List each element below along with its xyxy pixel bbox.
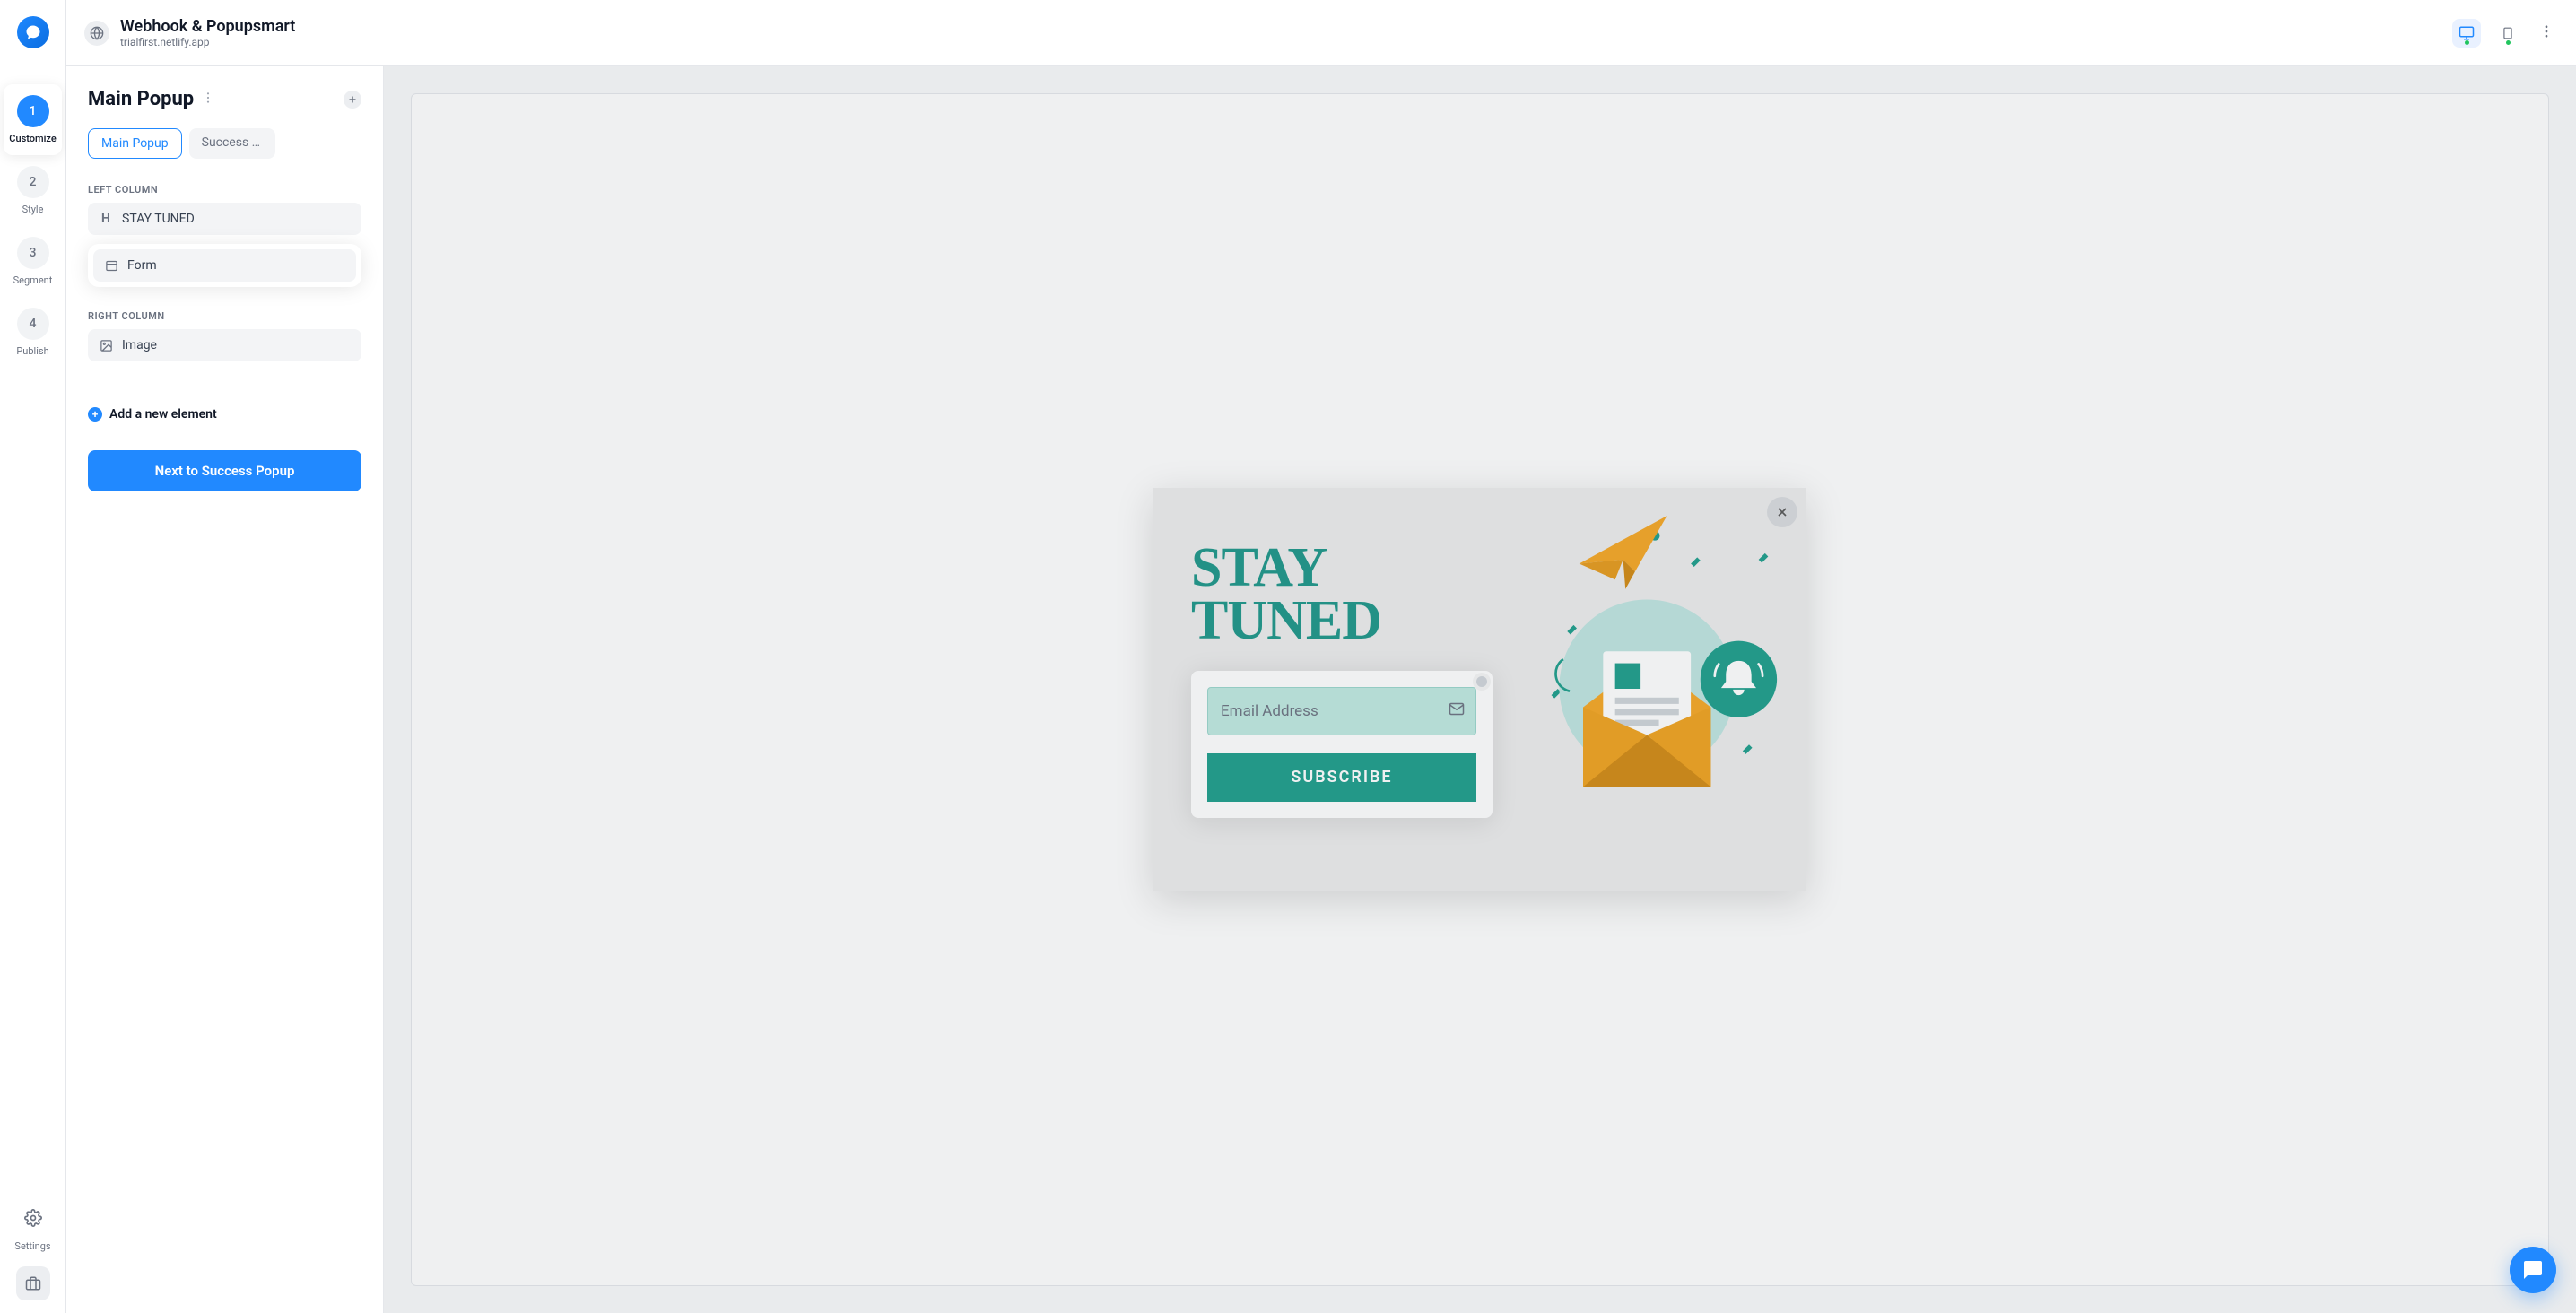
page-title: Webhook & Popupsmart <box>120 17 295 36</box>
status-dot-icon <box>2506 40 2511 45</box>
globe-icon[interactable] <box>84 21 109 46</box>
tab-success-popup[interactable]: Success Po… <box>189 128 275 159</box>
status-dot-icon <box>2465 40 2469 45</box>
add-element-label: Add a new element <box>109 407 217 422</box>
element-image[interactable]: Image <box>88 329 361 361</box>
popup-headline-1: STAY <box>1191 542 1493 595</box>
editor-panel: Main Popup Main Popup Success Po… LEFT C… <box>66 66 384 1313</box>
element-form-highlight: Form <box>88 244 361 287</box>
step-number: 3 <box>17 237 49 269</box>
device-mobile[interactable] <box>2493 19 2522 48</box>
section-right-column: RIGHT COLUMN <box>88 310 361 322</box>
step-number: 1 <box>17 95 49 127</box>
step-number: 4 <box>17 308 49 340</box>
title-block: Webhook & Popupsmart trialfirst.netlify.… <box>120 17 295 48</box>
popup-illustration <box>1519 488 1806 891</box>
popup-preview: STAY TUNED SUBSCRIBE <box>1153 488 1806 891</box>
heading-icon: H <box>99 212 113 226</box>
element-heading[interactable]: H STAY TUNED <box>88 203 361 235</box>
step-publish[interactable]: 4 Publish <box>0 297 65 368</box>
email-input-wrap <box>1207 687 1476 735</box>
next-button[interactable]: Next to Success Popup <box>88 450 361 491</box>
envelope-illustration-icon <box>1519 488 1806 847</box>
settings-label: Settings <box>14 1240 50 1252</box>
step-label: Style <box>22 204 44 215</box>
topbar-more[interactable] <box>2535 20 2558 47</box>
step-customize[interactable]: 1 Customize <box>4 84 62 155</box>
left-rail: 1 Customize 2 Style 3 Segment 4 Publish … <box>0 0 66 1313</box>
subscribe-button[interactable]: SUBSCRIBE <box>1207 753 1476 802</box>
app-logo[interactable] <box>17 16 49 48</box>
settings-button[interactable] <box>16 1201 50 1235</box>
section-left-column: LEFT COLUMN <box>88 184 361 196</box>
plus-icon: + <box>88 407 102 422</box>
page-domain: trialfirst.netlify.app <box>120 36 295 48</box>
element-form[interactable]: Form <box>93 249 356 282</box>
popup-headline-2: TUNED <box>1191 595 1493 648</box>
topbar: Webhook & Popupsmart trialfirst.netlify.… <box>66 0 2576 66</box>
step-label: Customize <box>9 133 56 144</box>
selection-handle-icon[interactable] <box>1476 676 1487 687</box>
step-label: Publish <box>16 345 48 357</box>
canvas: STAY TUNED SUBSCRIBE <box>384 66 2576 1313</box>
panel-more[interactable] <box>201 91 215 109</box>
toolbox-button[interactable] <box>16 1266 50 1300</box>
email-input[interactable] <box>1221 702 1436 720</box>
step-label: Segment <box>13 274 53 286</box>
add-popup-button[interactable] <box>344 91 361 109</box>
mail-icon <box>1449 700 1465 721</box>
panel-title: Main Popup <box>88 88 194 110</box>
tab-main-popup[interactable]: Main Popup <box>88 128 182 159</box>
step-segment[interactable]: 3 Segment <box>0 226 65 297</box>
image-icon <box>99 338 113 352</box>
element-label: Form <box>127 258 157 273</box>
add-element-button[interactable]: + Add a new element <box>88 404 361 425</box>
popup-form-highlight: SUBSCRIBE <box>1191 671 1493 818</box>
preview-frame: STAY TUNED SUBSCRIBE <box>411 93 2549 1286</box>
chat-launcher[interactable] <box>2510 1247 2556 1293</box>
element-label: Image <box>122 338 157 352</box>
form-icon <box>104 258 118 273</box>
device-desktop[interactable] <box>2452 19 2481 48</box>
step-number: 2 <box>17 166 49 198</box>
step-style[interactable]: 2 Style <box>0 155 65 226</box>
element-label: STAY TUNED <box>122 212 195 226</box>
